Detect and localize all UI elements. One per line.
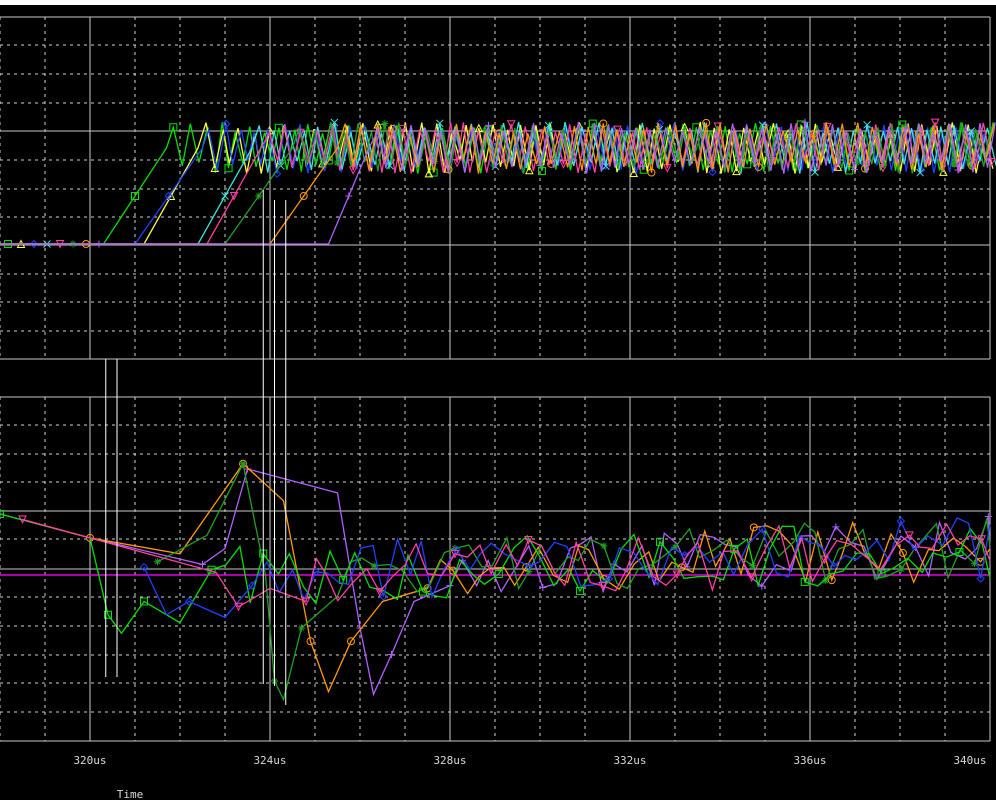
x-tick-label: 332us [613,754,646,767]
top-trace-marker [484,121,492,129]
top-trace-marker [345,192,353,200]
bottom-trace-marker [298,624,305,632]
cursor-lines[interactable] [105,190,287,705]
bottom-trace-marker [897,565,905,573]
bottom-trace-marker [600,542,608,550]
bottom-plot-grid [0,396,991,742]
bottom-plot-panel[interactable] [0,396,992,742]
x-tick-label: 320us [73,754,106,767]
bottom-trace-diamond [143,517,991,619]
top-trace-marker [95,240,103,248]
top-trace-marker [381,120,389,128]
bottom-trace-marker [154,558,161,566]
x-tick-label: 324us [253,754,286,767]
x-tick-label: 328us [433,754,466,767]
bottom-trace-marker [539,584,547,592]
bottom-trace-triangle-down [22,518,991,608]
top-trace-marker [255,192,263,200]
waveform-plot[interactable]: 320us 324us 328us 332us 336us 340us Time [0,0,996,800]
top-trace-marker [333,159,341,167]
x-axis-title: Time [117,788,144,800]
bottom-trace-marker [984,512,992,520]
x-axis-tick-labels: 320us 324us 328us 332us 336us 340us [73,754,986,767]
bottom-plot-traces [0,459,992,702]
x-tick-label: 340us [953,754,986,767]
top-trace-circle [0,122,995,245]
simulation-plot-window: 320us 324us 328us 332us 336us 340us Time [0,0,996,800]
top-trace-marker [853,159,861,167]
bottom-trace-marker [388,651,395,658]
top-plot-grid [0,16,991,360]
top-plot-traces [0,118,996,249]
top-plot-panel[interactable] [0,16,996,360]
x-tick-label: 336us [793,754,826,767]
